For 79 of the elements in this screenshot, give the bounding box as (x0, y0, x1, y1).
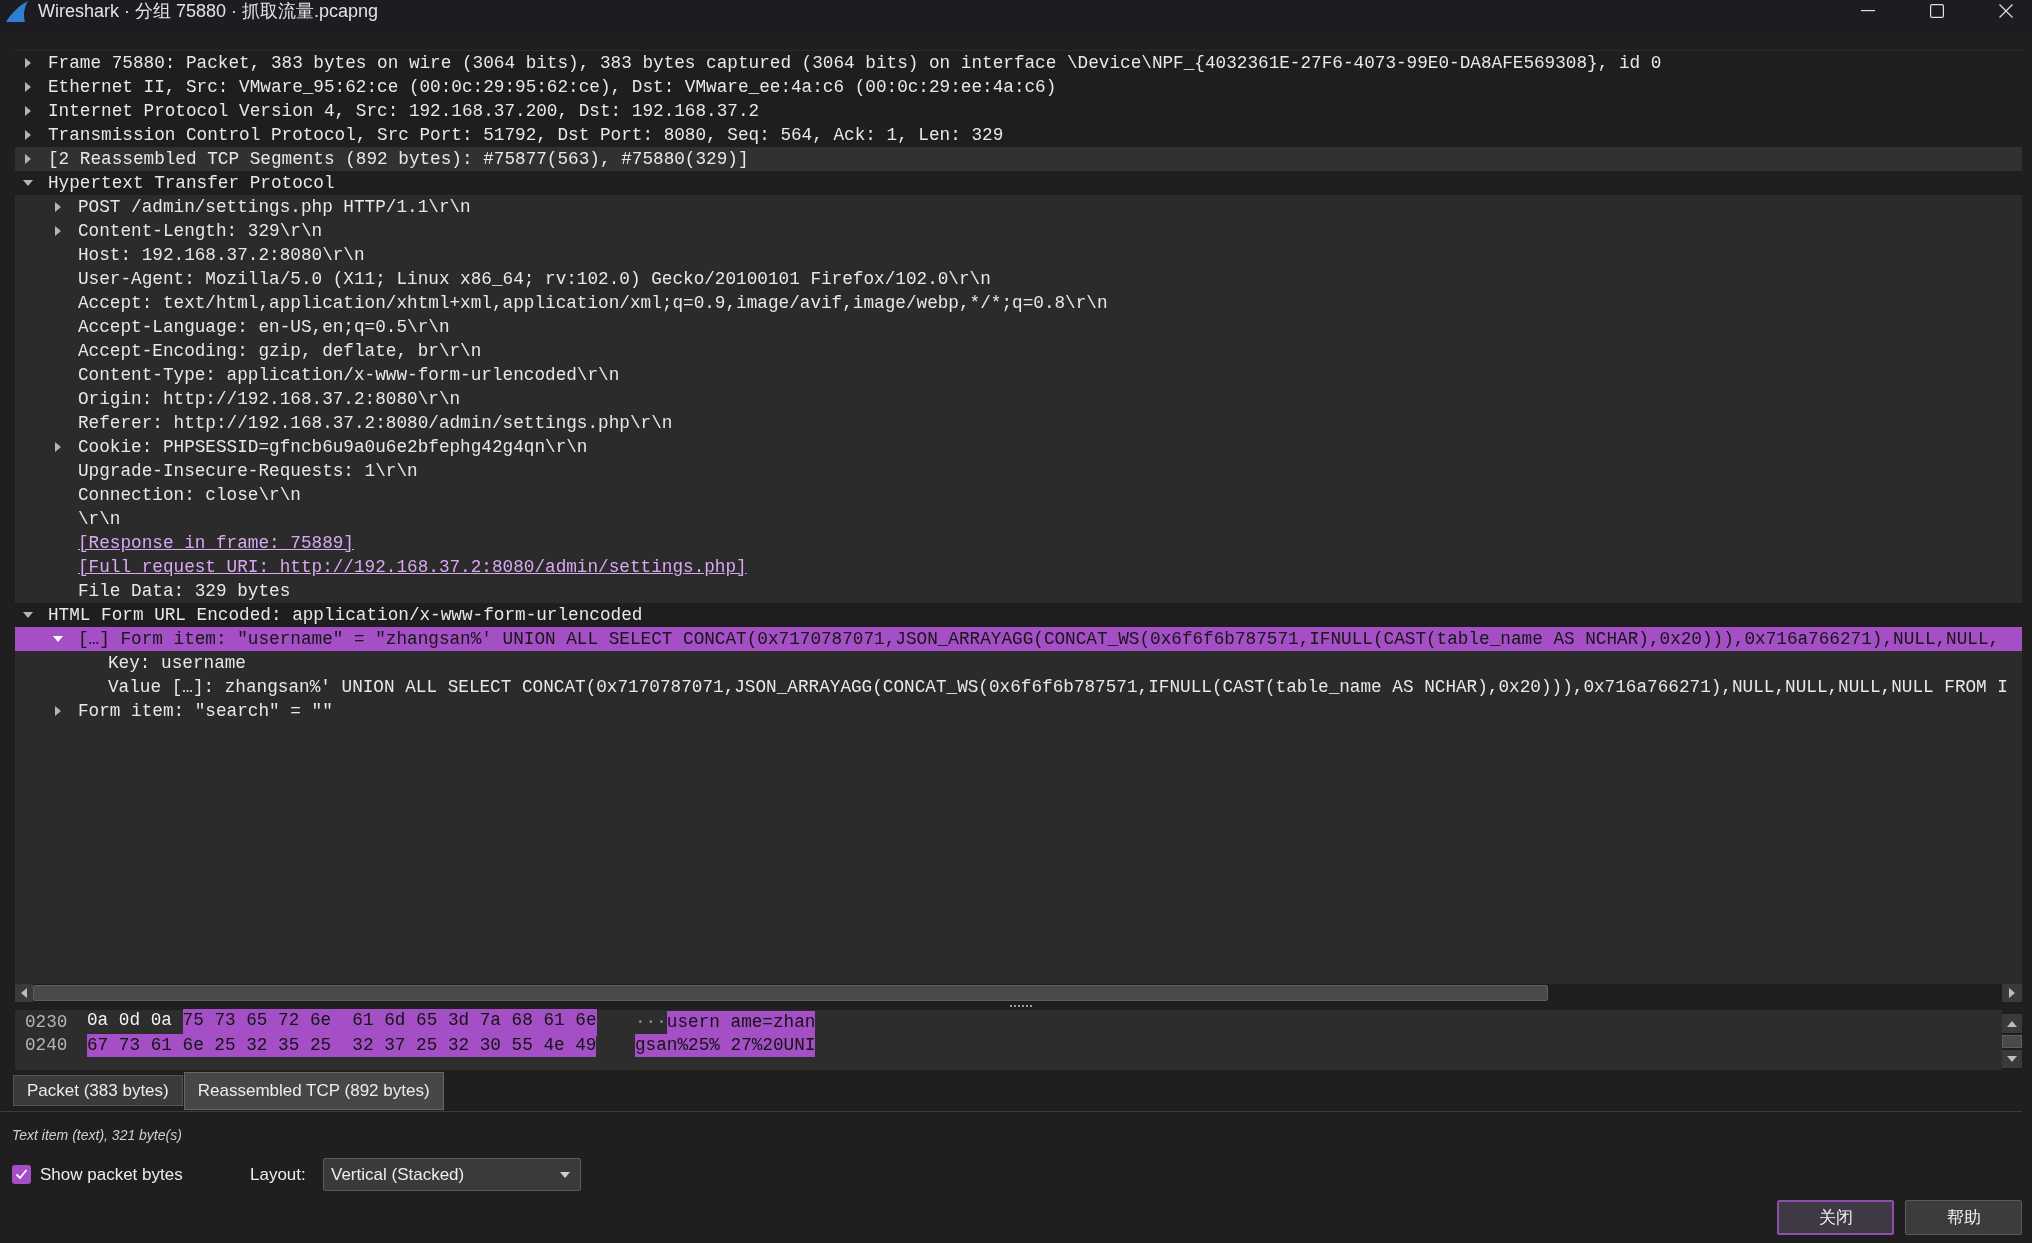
window-title: Wireshark · 分组 75880 · 抓取流量.pcapng (38, 0, 379, 22)
minimize-icon[interactable] (1861, 10, 1875, 12)
tree-row[interactable]: Internet Protocol Version 4, Src: 192.168.37.200, Dst: 192.168.37.2 (15, 99, 2022, 123)
tree-row[interactable]: HTML Form URL Encoded: application/x-www-form-urlencoded (15, 603, 2022, 627)
tab[interactable]: Packet (383 bytes) (13, 1075, 183, 1106)
fin-icon (5, 0, 29, 22)
caret-right-icon[interactable] (25, 130, 31, 140)
maximize-icon[interactable] (1930, 4, 1944, 18)
hex-bytes[interactable]: 0a 0d 0a (87, 1009, 172, 1036)
tree-item-text[interactable]: Content-Length: 329\r\n (78, 219, 323, 243)
tree-item-text[interactable]: User-Agent: Mozilla/5.0 (X11; Linux x86_64; rv:102.0) Gecko/20100101 Firefox/102.0\r\n (78, 267, 991, 291)
tree-row[interactable]: Transmission Control Protocol, Src Port: 51792, Dst Port: 8080, Seq: 564, Ack: 1, Len: 329 (15, 123, 2022, 147)
scrollbar-thumb[interactable] (33, 985, 1548, 1001)
caret-down-icon[interactable] (23, 612, 33, 618)
tree-item-text[interactable]: Hypertext Transfer Protocol (48, 171, 335, 195)
caret-up-icon (2007, 1020, 2017, 1027)
hex-bytes[interactable]: 75 73 65 72 6e 61 6d 65 3d 7a 68 61 6e (182, 1009, 597, 1036)
tree-item-text[interactable]: Accept: text/html,application/xhtml+xml,application/xml;q=0.9,image/avif,image/webp,*/*;q=0.8\r\n (78, 291, 1108, 315)
ascii-text[interactable]: ··· (635, 1011, 667, 1034)
scroll-down-button[interactable] (2002, 1050, 2022, 1068)
tree-item-text[interactable]: HTML Form URL Encoded: application/x-www-form-urlencoded (48, 603, 643, 627)
ascii-text[interactable]: usern ame=zhan (666, 1011, 816, 1034)
scrollbar-thumb[interactable] (2002, 1035, 2022, 1048)
tree-row[interactable]: Ethernet II, Src: VMware_95:62:ce (00:0c:29:95:62:ce), Dst: VMware_ee:4a:c6 (00:0c:29:ee:4a:c6) (15, 75, 2022, 99)
tree-item-text[interactable]: Accept-Encoding: gzip, deflate, br\r\n (78, 339, 482, 363)
tree-item-text[interactable]: Upgrade-Insecure-Requests: 1\r\n (78, 459, 418, 483)
caret-down-icon (2007, 1056, 2017, 1062)
dialog-button[interactable]: 帮助 (1905, 1200, 2022, 1235)
caret-right-icon[interactable] (55, 202, 61, 212)
offset-label: 0230 (25, 1011, 69, 1035)
link[interactable]: [Full request URI: http://192.168.37.2:8080/admin/settings.php] (78, 555, 747, 579)
tree-item-text[interactable]: Form item: "search" = "" (78, 699, 333, 723)
scroll-right-button[interactable] (2002, 984, 2022, 1002)
hovered-row[interactable]: [2 Reassembled TCP Segments (892 bytes): #75877(563), #75880(329)] (15, 147, 2022, 171)
scroll-up-button[interactable] (2002, 1014, 2022, 1033)
checkbox-label[interactable]: Show packet bytes (40, 1161, 183, 1188)
caret-left-icon (21, 988, 27, 998)
tree-row[interactable]: Frame 75880: Packet, 383 bytes on wire (3064 bits), 383 bytes captured (3064 bits) on interface \Device\NPF_{4032361E-27F6-4073-99E0-DA8AFE569308}, id 0 (15, 51, 2022, 75)
caret-down-icon[interactable] (23, 180, 33, 186)
layout-label: Layout: (250, 1163, 307, 1186)
tree-item-text[interactable]: Transmission Control Protocol, Src Port: 51792, Dst Port: 8080, Seq: 564, Ack: 1, Len: 329 (48, 123, 1004, 147)
tree-item-text[interactable]: Origin: http://192.168.37.2:8080\r\n (78, 387, 461, 411)
tree-item-text[interactable]: Cookie: PHPSESSID=gfncb6u9a0u6e2bfephg42g4qn\r\n (78, 435, 588, 459)
tree-item-text[interactable]: Frame 75880: Packet, 383 bytes on wire (3064 bits), 383 bytes captured (3064 bits) on interface \Device\NPF_{4032361E-27F6-4073-99E0-DA8AFE569308}, id 0 (48, 51, 1662, 75)
tree-item-text[interactable]: Accept-Language: en-US,en;q=0.5\r\n (78, 315, 450, 339)
caret-right-icon[interactable] (55, 442, 61, 452)
caret-right-icon (2009, 988, 2015, 998)
tree-item-text[interactable]: [2 Reassembled TCP Segments (892 bytes): #75877(563), #75880(329)] (48, 147, 749, 171)
tree-item-text[interactable]: \r\n (78, 507, 121, 531)
tree-item-text[interactable]: Connection: close\r\n (78, 483, 301, 507)
tree-item-text[interactable]: Referer: http://192.168.37.2:8080/admin/settings.php\r\n (78, 411, 673, 435)
status-text: Text item (text), 321 byte(s) (12, 1125, 182, 1145)
caret-right-icon[interactable] (25, 82, 31, 92)
tree-row[interactable]: Hypertext Transfer Protocol (15, 171, 2022, 195)
caret-right-icon[interactable] (55, 226, 61, 236)
checkbox[interactable] (12, 1165, 31, 1184)
tree-item-text[interactable]: Content-Type: application/x-www-form-urlencoded\r\n (78, 363, 620, 387)
link[interactable]: [Response in frame: 75889] (78, 531, 354, 555)
tree-item-text[interactable]: Host: 192.168.37.2:8080\r\n (78, 243, 365, 267)
ascii-text[interactable]: gsan%25% 27%20UNI (635, 1034, 816, 1057)
caret-right-icon[interactable] (25, 58, 31, 68)
caret-right-icon[interactable] (25, 106, 31, 116)
caret-down-icon (560, 1171, 570, 1178)
dialog-button[interactable]: 关闭 (1777, 1200, 1894, 1235)
tree-item-text[interactable]: POST /admin/settings.php HTTP/1.1\r\n (78, 195, 471, 219)
caret-down-icon[interactable] (53, 636, 63, 642)
tree-item-text[interactable]: Value […]: zhangsan%' UNION ALL SELECT CONCAT(0x7170787071,JSON_ARRAYAGG(CONCAT_WS(0x6f6f6b787571,IFNULL(CAST(table_name AS NCHAR),0x20))),0x716a766271),NULL,NULL,NULL,NULL FROM I (108, 675, 2008, 699)
layout-dropdown[interactable]: Vertical (Stacked) (323, 1158, 581, 1191)
tree-item-text[interactable]: Key: username (108, 651, 246, 675)
tab[interactable]: Reassembled TCP (892 bytes) (183, 1072, 444, 1110)
caret-right-icon[interactable] (25, 154, 31, 164)
tree-item-text[interactable]: Ethernet II, Src: VMware_95:62:ce (00:0c:29:95:62:ce), Dst: VMware_ee:4a:c6 (00:0c:29:ee:4a:c6) (48, 75, 1057, 99)
tree-item-text[interactable]: Internet Protocol Version 4, Src: 192.168.37.200, Dst: 192.168.37.2 (48, 99, 760, 123)
offset-label: 0240 (25, 1034, 69, 1058)
hex-bytes[interactable]: 67 73 61 6e 25 32 35 25 32 37 25 32 30 55 4e 49 (87, 1034, 597, 1057)
scroll-left-button[interactable] (15, 984, 33, 1002)
close-icon[interactable] (1999, 4, 2013, 18)
caret-right-icon[interactable] (55, 706, 61, 716)
tree-item-text[interactable]: File Data: 329 bytes (78, 579, 291, 603)
